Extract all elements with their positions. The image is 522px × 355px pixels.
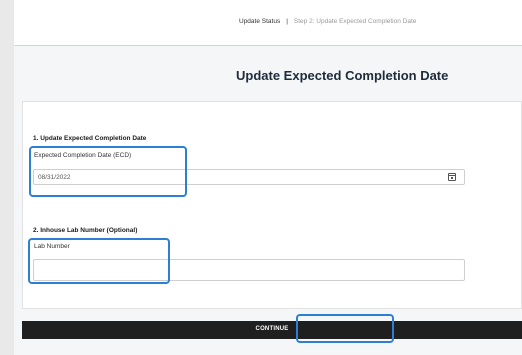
calendar-icon[interactable]	[448, 173, 456, 181]
breadcrumb-step: Step 2: Update Expected Completion Date	[293, 18, 417, 25]
ecd-field-label: Expected Completion Date (ECD)	[34, 152, 132, 159]
breadcrumb-current[interactable]: Update Status	[239, 18, 280, 25]
form-card: 1. Update Expected Completion Date Expec…	[22, 101, 522, 309]
lab-number-input[interactable]	[33, 259, 465, 281]
ecd-section-heading: 1. Update Expected Completion Date	[33, 135, 147, 142]
top-bar: Update Status | Step 2: Update Expected Co…	[14, 0, 522, 46]
lab-number-label: Lab Number	[34, 243, 70, 250]
lab-section-heading: 2. Inhouse Lab Number (Optional)	[33, 227, 138, 234]
breadcrumb-separator: |	[286, 18, 288, 25]
page: Update Status | Step 2: Update Expected Co…	[14, 0, 522, 355]
page-title: Update Expected Completion Date	[236, 68, 449, 83]
continue-label: CONTINUE	[255, 326, 289, 332]
ecd-date-input[interactable]	[33, 169, 465, 185]
continue-button[interactable]: CONTINUE	[22, 321, 522, 339]
breadcrumb: Update Status | Step 2: Update Expected Co…	[239, 18, 416, 25]
